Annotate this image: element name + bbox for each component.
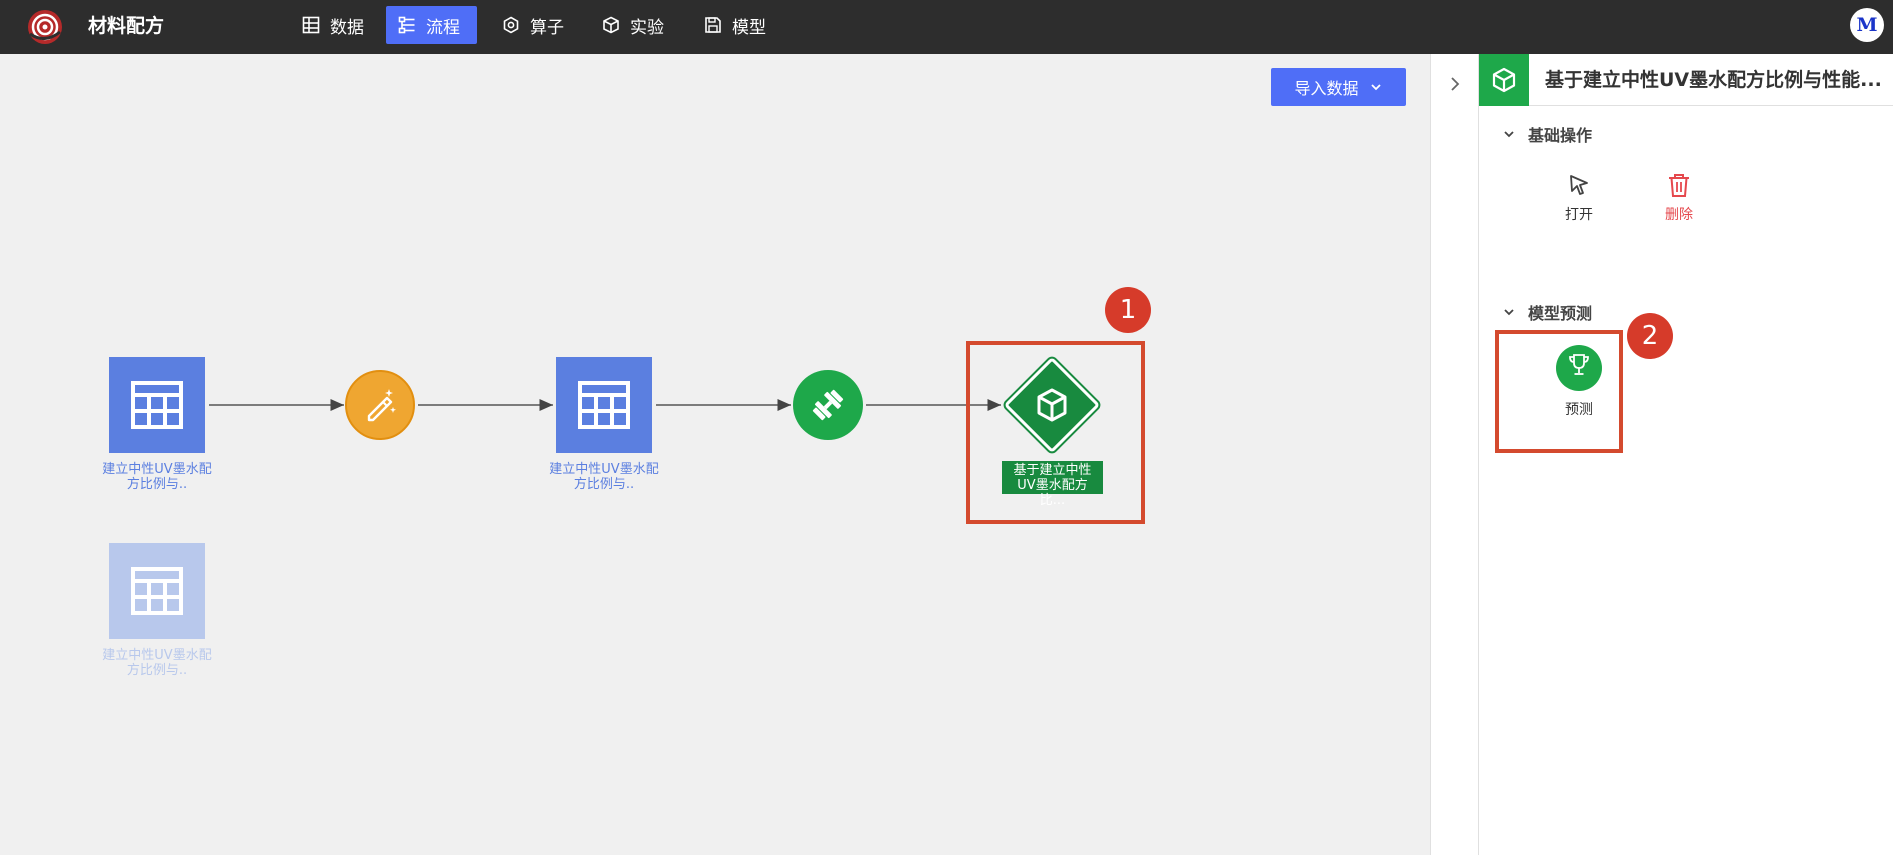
highlight-box-predict: [1495, 330, 1623, 453]
app-logo-icon[interactable]: [26, 8, 64, 46]
nav-flow[interactable]: 流程: [386, 6, 477, 44]
trash-icon: [1669, 174, 1689, 197]
table-icon: [302, 16, 320, 34]
import-data-button[interactable]: 导入数据: [1271, 68, 1406, 106]
dataset-node-1-label: 建立中性UV墨水配方比例与..: [102, 462, 212, 492]
table-icon: [578, 381, 630, 429]
magic-wand-icon: [367, 389, 396, 422]
nav-model[interactable]: 模型: [692, 6, 778, 44]
nav-data-label: 数据: [330, 17, 364, 38]
nav-experiment[interactable]: 实验: [590, 6, 676, 44]
table-icon: [131, 567, 183, 615]
nav-experiment-label: 实验: [630, 17, 664, 38]
dataset-node-2-label: 建立中性UV墨水配方比例与..: [549, 462, 659, 492]
step-badge-1: 1: [1105, 287, 1151, 333]
nav-model-label: 模型: [732, 17, 766, 38]
dumbbell-icon: [812, 389, 844, 421]
highlight-box-model-node: [966, 341, 1145, 524]
section-basic-operations[interactable]: 基础操作: [1502, 122, 1592, 146]
flow-icon: [398, 16, 415, 34]
user-avatar[interactable]: M: [1850, 8, 1884, 42]
panel-header: 基于建立中性UV墨水配方比例与性能...: [1479, 54, 1893, 106]
chevron-down-icon: [1504, 309, 1514, 316]
chevron-right-icon[interactable]: [1445, 74, 1465, 94]
operator-icon: [503, 16, 519, 34]
delete-label: 删除: [1665, 207, 1693, 223]
step-badge-2: 2: [1627, 313, 1673, 359]
import-data-label: 导入数据: [1294, 79, 1359, 98]
section-model-prediction[interactable]: 模型预测: [1502, 300, 1592, 324]
delete-button[interactable]: 删除: [1644, 172, 1714, 224]
save-icon: [705, 17, 721, 33]
nav-operator[interactable]: 算子: [490, 6, 576, 44]
top-bar: 材料配方 数据 流程 算子 实验 模型 M: [0, 0, 1893, 54]
properties-panel: 基于建立中性UV墨水配方比例与性能... 基础操作 打开 删除 模型预测 预测 …: [1430, 54, 1893, 855]
dataset-node-2[interactable]: [556, 357, 652, 453]
section-model-prediction-label: 模型预测: [1528, 304, 1593, 323]
app-title: 材料配方: [88, 15, 165, 37]
nav-operator-label: 算子: [530, 17, 564, 38]
nav-data[interactable]: 数据: [290, 6, 376, 44]
dataset-node-3-label: 建立中性UV墨水配方比例与..: [102, 648, 212, 678]
train-operator-node[interactable]: [793, 370, 863, 440]
panel-model-badge: [1479, 54, 1529, 106]
preprocess-operator-node[interactable]: [345, 370, 415, 440]
cube-icon: [603, 16, 619, 34]
flow-canvas[interactable]: [0, 54, 1430, 855]
table-icon: [131, 381, 183, 429]
nav-flow-label: 流程: [426, 17, 460, 38]
open-button[interactable]: 打开: [1544, 172, 1614, 224]
cube-icon: [1492, 67, 1516, 93]
section-basic-operations-label: 基础操作: [1528, 126, 1593, 145]
panel-collapse-column: [1431, 54, 1479, 855]
chevron-down-icon: [1370, 84, 1381, 91]
dataset-node-3[interactable]: [109, 543, 205, 639]
chevron-down-icon: [1504, 131, 1514, 138]
cursor-pointer-icon: [1570, 175, 1588, 195]
panel-title: 基于建立中性UV墨水配方比例与性能...: [1545, 69, 1882, 91]
open-label: 打开: [1565, 207, 1593, 223]
dataset-node-1[interactable]: [109, 357, 205, 453]
